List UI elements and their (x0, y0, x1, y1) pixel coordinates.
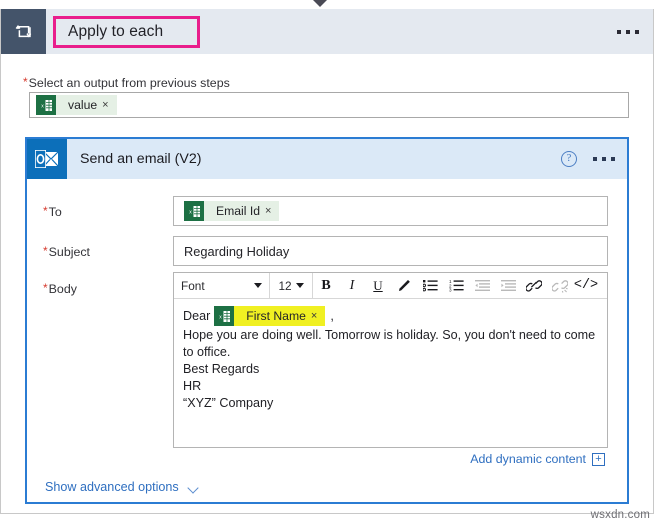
body-company: “XYZ” Company (183, 396, 274, 410)
loop-icon (1, 9, 46, 54)
body-signer: HR (183, 379, 202, 393)
unlink-icon (547, 273, 573, 298)
chevron-down-icon (312, 0, 328, 7)
token-first-name[interactable]: x First Name × (214, 306, 326, 326)
token-label: value (68, 98, 98, 112)
send-email-header[interactable]: Send an email (V2) ? (27, 139, 627, 179)
token-value[interactable]: x value × (36, 95, 117, 115)
flow-connector (0, 0, 654, 9)
show-advanced-options-label: Show advanced options (45, 480, 179, 494)
token-remove-icon[interactable]: × (265, 201, 279, 221)
apply-to-each-card: Apply to each *Select an output from pre… (0, 9, 654, 514)
italic-button[interactable]: I (339, 273, 365, 298)
token-label: First Name (246, 309, 306, 323)
apply-to-each-title-highlight: Apply to each (53, 15, 201, 48)
numbered-list-icon[interactable]: 1 2 3 (443, 273, 469, 298)
to-label: *To (43, 203, 62, 221)
select-output-label-text: Select an output from previous steps (28, 76, 230, 90)
pen-icon[interactable] (391, 273, 417, 298)
send-email-menu-button[interactable] (593, 157, 615, 161)
required-asterisk: * (43, 281, 48, 295)
indent-increase-icon (495, 273, 521, 298)
required-asterisk: * (23, 75, 28, 89)
subject-input[interactable]: Regarding Holiday (173, 236, 608, 266)
plus-icon: + (592, 453, 605, 466)
select-output-label: *Select an output from previous steps (23, 74, 230, 92)
outlook-icon (27, 139, 67, 179)
greeting-suffix: , (330, 308, 334, 323)
bold-button[interactable]: B (313, 273, 339, 298)
to-label-text: To (48, 205, 62, 219)
bulleted-list-icon[interactable] (417, 273, 443, 298)
add-dynamic-content-label: Add dynamic content (470, 452, 586, 466)
send-email-title: Send an email (V2) (80, 151, 202, 167)
svg-text:3: 3 (449, 288, 452, 292)
apply-to-each-menu-button[interactable] (617, 29, 639, 34)
body-content[interactable]: Dear x First Name × , Hope you are doing… (174, 299, 607, 412)
font-size-value: 12 (278, 278, 292, 293)
font-family-value: Font (181, 278, 205, 293)
token-label: Email Id (216, 204, 261, 218)
body-rich-text-editor[interactable]: Font 12 B I U 1 2 3 </> Dear x First Nam… (173, 272, 608, 448)
flow-designer-canvas: Apply to each *Select an output from pre… (0, 0, 654, 523)
indent-decrease-icon (469, 273, 495, 298)
token-remove-icon[interactable]: × (102, 95, 116, 115)
excel-icon: x (214, 306, 235, 326)
greeting-prefix: Dear (183, 308, 211, 323)
font-size-dropdown[interactable]: 12 (270, 273, 313, 298)
watermark: wsxdn.com (590, 509, 650, 521)
excel-icon: x (36, 95, 56, 115)
body-label-text: Body (48, 282, 77, 296)
excel-icon: x (184, 201, 204, 221)
apply-to-each-title: Apply to each (68, 22, 164, 40)
apply-to-each-header[interactable]: Apply to each (1, 9, 653, 54)
rte-toolbar: Font 12 B I U 1 2 3 </> (174, 273, 607, 299)
to-input[interactable]: x Email Id × (173, 196, 608, 226)
body-label: *Body (43, 280, 77, 298)
send-email-header-actions: ? (561, 151, 615, 167)
code-view-button[interactable]: </> (573, 273, 599, 298)
link-icon[interactable] (521, 273, 547, 298)
chevron-down-icon (254, 283, 262, 288)
add-dynamic-content-link[interactable]: Add dynamic content + (470, 452, 605, 467)
required-asterisk: * (43, 204, 48, 218)
body-greeting-line: Dear x First Name × , (183, 306, 598, 326)
token-email-id[interactable]: x Email Id × (184, 201, 280, 221)
body-signoff: Best Regards (183, 362, 260, 376)
font-family-dropdown[interactable]: Font (174, 273, 270, 298)
subject-label-text: Subject (48, 245, 91, 259)
show-advanced-options-link[interactable]: Show advanced options (45, 479, 199, 495)
subject-label: *Subject (43, 243, 90, 261)
select-output-input[interactable]: x value × (29, 92, 629, 118)
token-remove-icon[interactable]: × (311, 306, 325, 326)
required-asterisk: * (43, 244, 48, 258)
help-icon[interactable]: ? (561, 151, 577, 167)
body-paragraph: Hope you are doing well. Tomorrow is hol… (183, 328, 596, 359)
chevron-down-icon (295, 283, 304, 288)
send-email-card: Send an email (V2) ? *To x Email Id × *S… (25, 137, 629, 504)
chevron-down-icon (188, 484, 199, 491)
underline-button[interactable]: U (365, 273, 391, 298)
